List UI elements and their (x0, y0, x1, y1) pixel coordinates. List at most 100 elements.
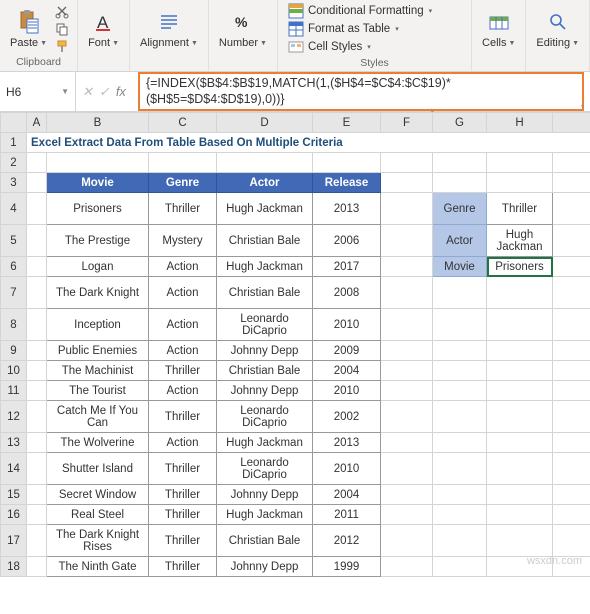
col-header[interactable] (553, 113, 590, 133)
row-header[interactable]: 1 (1, 133, 27, 153)
cell[interactable]: Johnny Depp (217, 485, 313, 505)
cell[interactable]: 2010 (313, 309, 381, 341)
col-header[interactable]: C (149, 113, 217, 133)
cell[interactable]: Action (149, 309, 217, 341)
cell[interactable]: 2017 (313, 257, 381, 277)
cell[interactable]: Real Steel (47, 505, 149, 525)
row-header[interactable]: 15 (1, 485, 27, 505)
cell[interactable]: Action (149, 257, 217, 277)
cell[interactable]: Logan (47, 257, 149, 277)
cell[interactable]: 2010 (313, 453, 381, 485)
cell[interactable]: The Machinist (47, 361, 149, 381)
row-header[interactable]: 14 (1, 453, 27, 485)
table-header[interactable]: Release (313, 173, 381, 193)
cell[interactable]: The Dark Knight (47, 277, 149, 309)
row-header[interactable]: 3 (1, 173, 27, 193)
cell[interactable]: 2013 (313, 193, 381, 225)
name-box[interactable]: H6 ▼ (0, 72, 76, 111)
cell[interactable]: Johnny Depp (217, 341, 313, 361)
cell[interactable]: Action (149, 341, 217, 361)
row-header[interactable]: 17 (1, 525, 27, 557)
row-header[interactable]: 10 (1, 361, 27, 381)
font-button[interactable]: A Font▼ (84, 6, 123, 51)
cut-button[interactable] (53, 4, 71, 20)
cell[interactable]: Hugh Jackman (217, 433, 313, 453)
cell[interactable]: 2009 (313, 341, 381, 361)
cell[interactable]: 2012 (313, 525, 381, 557)
cell[interactable]: Shutter Island (47, 453, 149, 485)
worksheet-grid[interactable]: A B C D E F G H 1 Excel Extract Data Fro… (0, 112, 590, 577)
cell[interactable]: 2006 (313, 225, 381, 257)
conditional-formatting-button[interactable]: Conditional Formatting▾ (286, 2, 463, 20)
cell[interactable]: Thriller (149, 557, 217, 577)
alignment-button[interactable]: Alignment▼ (136, 6, 202, 51)
cell[interactable]: 2002 (313, 401, 381, 433)
cell[interactable]: Thriller (149, 193, 217, 225)
row-header[interactable]: 9 (1, 341, 27, 361)
cell[interactable]: Secret Window (47, 485, 149, 505)
table-header[interactable]: Genre (149, 173, 217, 193)
cell[interactable]: Johnny Depp (217, 381, 313, 401)
cell[interactable]: Hugh Jackman (217, 257, 313, 277)
cell[interactable]: Public Enemies (47, 341, 149, 361)
number-button[interactable]: % Number▼ (215, 6, 271, 51)
select-all-corner[interactable] (1, 113, 27, 133)
cell[interactable]: Leonardo DiCaprio (217, 401, 313, 433)
fx-button[interactable]: fx (116, 84, 126, 99)
cell[interactable]: Thriller (149, 361, 217, 381)
cells-button[interactable]: Cells▼ (478, 6, 519, 51)
row-header[interactable]: 7 (1, 277, 27, 309)
table-header[interactable]: Actor (217, 173, 313, 193)
row-header[interactable]: 2 (1, 153, 27, 173)
side-value[interactable]: Hugh Jackman (487, 225, 553, 257)
cell[interactable]: Action (149, 433, 217, 453)
cell[interactable]: Hugh Jackman (217, 505, 313, 525)
row-header[interactable]: 12 (1, 401, 27, 433)
cell[interactable]: Prisoners (47, 193, 149, 225)
page-title[interactable]: Excel Extract Data From Table Based On M… (27, 133, 590, 153)
enter-icon[interactable]: ✓ (99, 84, 110, 100)
col-header[interactable]: H (487, 113, 553, 133)
selected-cell[interactable]: Prisoners (487, 257, 553, 277)
cell[interactable]: 2010 (313, 381, 381, 401)
editing-button[interactable]: Editing▼ (532, 6, 583, 51)
cell[interactable]: Leonardo DiCaprio (217, 453, 313, 485)
cell[interactable]: The Tourist (47, 381, 149, 401)
cell[interactable]: 2004 (313, 361, 381, 381)
cell[interactable]: The Wolverine (47, 433, 149, 453)
cell[interactable]: 2011 (313, 505, 381, 525)
copy-button[interactable] (53, 21, 71, 37)
cell[interactable]: 1999 (313, 557, 381, 577)
side-label[interactable]: Genre (433, 193, 487, 225)
cell[interactable]: Christian Bale (217, 361, 313, 381)
cell[interactable]: The Prestige (47, 225, 149, 257)
cell[interactable]: The Dark Knight Rises (47, 525, 149, 557)
format-as-table-button[interactable]: Format as Table▾ (286, 20, 463, 38)
cell[interactable]: Thriller (149, 453, 217, 485)
row-header[interactable]: 4 (1, 193, 27, 225)
formula-input[interactable]: {=INDEX($B$4:$B$19,MATCH(1,($H$4=$C$4:$C… (132, 72, 590, 111)
row-header[interactable]: 16 (1, 505, 27, 525)
row-header[interactable]: 13 (1, 433, 27, 453)
cell[interactable]: Thriller (149, 505, 217, 525)
col-header[interactable]: A (27, 113, 47, 133)
format-painter-button[interactable] (53, 38, 71, 54)
cell-styles-button[interactable]: Cell Styles▾ (286, 38, 463, 56)
cell[interactable]: Johnny Depp (217, 557, 313, 577)
expand-icon[interactable]: ⌄ (579, 100, 586, 109)
cell[interactable]: Mystery (149, 225, 217, 257)
paste-button[interactable]: Paste▼ (6, 6, 51, 51)
cell[interactable]: Thriller (149, 485, 217, 505)
col-header[interactable]: F (381, 113, 433, 133)
cell[interactable]: 2004 (313, 485, 381, 505)
cell[interactable]: Action (149, 277, 217, 309)
cell[interactable]: Inception (47, 309, 149, 341)
row-header[interactable]: 11 (1, 381, 27, 401)
cell[interactable]: Catch Me If You Can (47, 401, 149, 433)
table-header[interactable]: Movie (47, 173, 149, 193)
cell[interactable]: Leonardo DiCaprio (217, 309, 313, 341)
col-header[interactable]: E (313, 113, 381, 133)
cell[interactable]: Thriller (149, 401, 217, 433)
row-header[interactable]: 5 (1, 225, 27, 257)
col-header[interactable]: G (433, 113, 487, 133)
